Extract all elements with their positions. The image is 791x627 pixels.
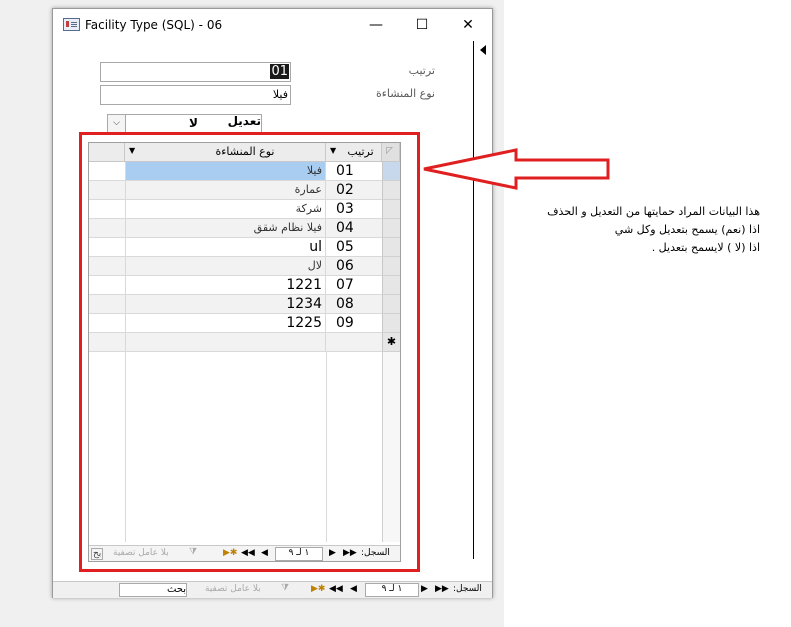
form-nav-bar: بحث بلا عامل تصفية ⧩ ▶✱ ◀◀ ◀ ١ لـ ٩ ▶ ▶▶… (53, 581, 492, 598)
annotation-note: هذا البيانات المراد حمايتها من التعديل و… (520, 203, 760, 257)
filter-icon: ⧩ (281, 583, 290, 593)
last-record-icon[interactable]: ◀◀ (329, 584, 343, 594)
next-record-icon[interactable]: ◀ (350, 584, 357, 594)
annotation-arrow (423, 148, 610, 190)
form-record-position[interactable]: ١ لـ ٩ (365, 583, 419, 597)
prev-record-icon[interactable]: ▶ (421, 584, 428, 594)
note-line-3: اذا (لا ) لايسمح بتعديل . (651, 241, 760, 254)
edit-label: تعديل (227, 114, 261, 128)
new-record-nav-icon[interactable]: ▶✱ (311, 584, 325, 594)
form-icon (63, 18, 80, 31)
chevron-down-icon[interactable]: ⌵ (108, 115, 126, 132)
order-field[interactable]: 01 (100, 62, 291, 82)
minimize-button[interactable]: — (353, 9, 399, 41)
order-label: ترتيب (408, 64, 435, 77)
window-title: Facility Type (SQL) - 06 (85, 18, 223, 32)
form-record-label: السجل: (453, 584, 482, 594)
note-line-2: اذا (نعم) يسمح بتعديل وكل شي (614, 223, 760, 236)
facility-type-field[interactable]: فيلا (100, 85, 291, 105)
note-line-1: هذا البيانات المراد حمايتها من التعديل و… (547, 205, 760, 218)
first-record-icon[interactable]: ▶▶ (435, 584, 449, 594)
order-field-value: 01 (270, 64, 289, 79)
title-bar: Facility Type (SQL) - 06 — ☐ ✕ (53, 9, 492, 41)
form-divider (473, 41, 474, 559)
maximize-button[interactable]: ☐ (399, 9, 445, 41)
facility-type-label: نوع المنشاءة (376, 87, 435, 100)
form-search-box[interactable]: بحث (119, 583, 187, 597)
facility-type-value: فيلا (272, 88, 288, 101)
close-button[interactable]: ✕ (445, 9, 491, 41)
form-filter-button[interactable]: بلا عامل تصفية (205, 584, 261, 594)
expand-arrow-icon[interactable] (480, 45, 486, 55)
annotation-highlight-box (79, 132, 420, 572)
